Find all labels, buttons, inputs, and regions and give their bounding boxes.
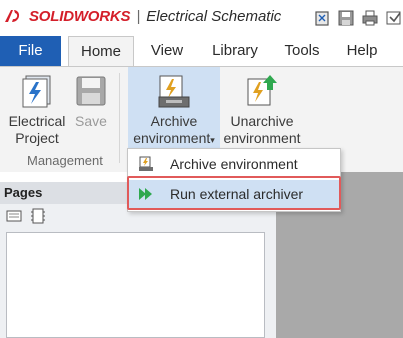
pages-toolbar: [6, 208, 46, 224]
ribbon-tabs: File Home View Library Tools Help: [0, 36, 403, 67]
ds-logo-icon: [5, 10, 20, 22]
unarchive-environment-label-1: Unarchive: [230, 113, 294, 129]
app-logo: SOLIDWORKS | Electrical Schematic: [3, 7, 281, 25]
chevron-down-icon: ▾: [210, 135, 215, 145]
quick-access-toolbar: [313, 9, 403, 27]
unarchive-environment-icon: [244, 73, 280, 109]
pages-tree[interactable]: [6, 232, 265, 338]
electrical-project-label-1: Electrical: [8, 113, 66, 129]
tab-library[interactable]: Library: [205, 36, 265, 66]
page-list-icon[interactable]: [6, 208, 22, 224]
tab-home[interactable]: Home: [68, 36, 134, 67]
unarchive-environment-label-2: environment: [223, 130, 301, 146]
group-divider: [119, 73, 120, 163]
tab-tools[interactable]: Tools: [277, 36, 327, 66]
floppy-disk-icon: [73, 73, 109, 109]
tab-file[interactable]: File: [0, 36, 61, 66]
highlight-box: [127, 176, 341, 210]
archive-environment-label-2: environment▾: [133, 130, 215, 146]
electrical-project-label-2: Project: [15, 130, 59, 146]
new-document-icon[interactable]: [313, 9, 331, 27]
archive-environment-button[interactable]: Archive environment▾: [128, 67, 220, 149]
title-bar: SOLIDWORKS | Electrical Schematic: [0, 0, 403, 36]
archive-environment-icon: [156, 73, 192, 109]
archive-environment-label-1: Archive: [150, 113, 198, 129]
options-icon[interactable]: [385, 9, 403, 27]
unarchive-environment-button[interactable]: Unarchive environment: [223, 67, 301, 147]
pages-panel-title: Pages: [4, 185, 43, 200]
electrical-project-button[interactable]: Electrical Project: [6, 67, 68, 147]
tab-view[interactable]: View: [139, 36, 195, 66]
archive-environment-small-icon: [138, 156, 154, 172]
print-icon[interactable]: [361, 9, 379, 27]
save-icon[interactable]: [337, 9, 355, 27]
save-label: Save: [75, 113, 107, 129]
app-title: SOLIDWORKS | Electrical Schematic: [29, 7, 282, 25]
menu-item-archive-environment[interactable]: Archive environment: [128, 150, 340, 178]
group-management-label: Management: [27, 153, 103, 168]
tab-help[interactable]: Help: [337, 36, 387, 66]
brand-name: SOLIDWORKS: [29, 7, 131, 25]
electrical-project-icon: [19, 73, 55, 109]
product-name: Electrical Schematic: [146, 7, 282, 25]
save-button[interactable]: Save: [70, 67, 112, 130]
page-properties-icon[interactable]: [30, 208, 46, 224]
menu-item-label: Archive environment: [170, 156, 298, 172]
